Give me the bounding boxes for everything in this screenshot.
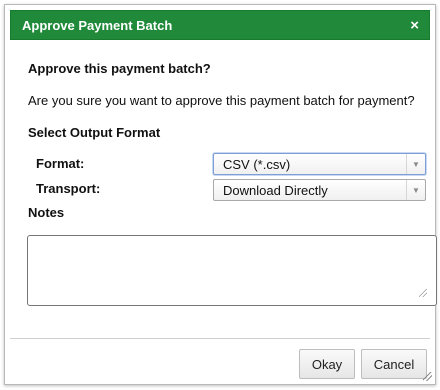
confirm-message: Are you sure you want to approve this pa… — [28, 93, 415, 108]
dropdown-arrow-icon: ▼ — [406, 154, 425, 174]
notes-label: Notes — [28, 205, 65, 220]
okay-button[interactable]: Okay — [299, 349, 355, 379]
dialog-title-bar[interactable]: Approve Payment Batch × — [10, 10, 430, 40]
format-select[interactable]: CSV (*.csv) ▼ — [213, 153, 426, 175]
format-label: Format: — [36, 156, 85, 171]
dropdown-arrow-icon: ▼ — [406, 180, 425, 200]
notes-textarea[interactable] — [27, 235, 437, 306]
transport-label: Transport: — [36, 181, 101, 196]
close-icon[interactable]: × — [410, 18, 419, 33]
resize-grip-icon[interactable] — [419, 289, 427, 297]
dialog-resize-grip-icon[interactable] — [423, 372, 432, 381]
section-title: Select Output Format — [28, 125, 161, 140]
confirm-heading: Approve this payment batch? — [28, 61, 211, 76]
dialog-title: Approve Payment Batch — [22, 17, 173, 33]
transport-select[interactable]: Download Directly ▼ — [213, 179, 426, 201]
format-select-value: CSV (*.csv) — [223, 156, 291, 172]
cancel-button[interactable]: Cancel — [361, 349, 427, 379]
transport-select-value: Download Directly — [223, 182, 328, 198]
footer-divider — [10, 338, 430, 339]
approve-payment-batch-dialog: Approve Payment Batch × Approve this pay… — [4, 4, 437, 385]
